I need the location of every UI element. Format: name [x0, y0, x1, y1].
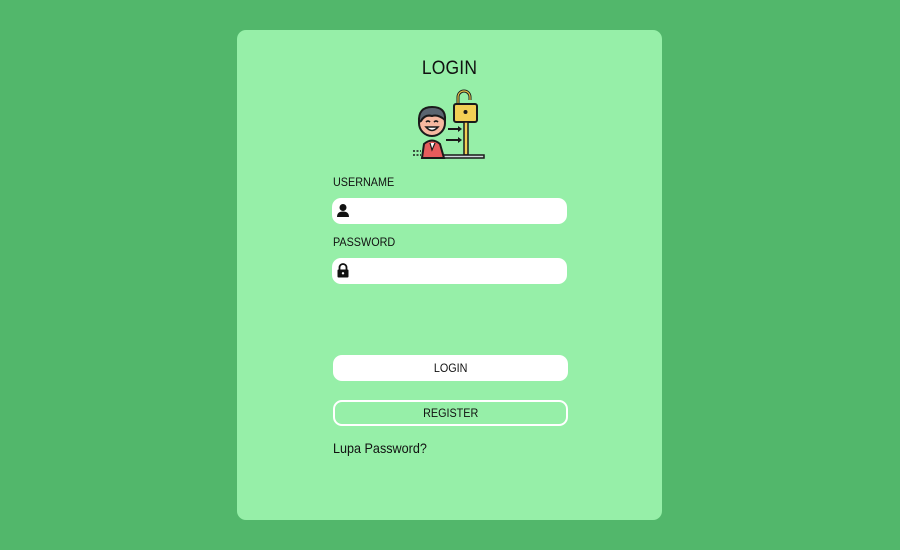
- username-input[interactable]: [354, 198, 559, 224]
- page-title: LOGIN: [421, 58, 478, 79]
- register-button[interactable]: REGISTER: [333, 400, 568, 426]
- login-card: LOGIN USERNAME PASSWORD LOGIN REGISTER L…: [237, 30, 662, 520]
- user-icon: [337, 204, 349, 217]
- password-field[interactable]: [332, 258, 567, 284]
- username-label: USERNAME: [333, 175, 395, 189]
- password-input[interactable]: [354, 258, 559, 284]
- password-label: PASSWORD: [333, 235, 396, 249]
- username-field[interactable]: [332, 198, 567, 224]
- person-unlock-illustration-icon: [413, 89, 485, 159]
- forgot-password-link[interactable]: Lupa Password?: [333, 440, 427, 456]
- register-button-label: REGISTER: [422, 406, 479, 420]
- login-button[interactable]: LOGIN: [333, 355, 568, 381]
- lock-icon: [337, 263, 349, 278]
- login-button-label: LOGIN: [433, 361, 468, 375]
